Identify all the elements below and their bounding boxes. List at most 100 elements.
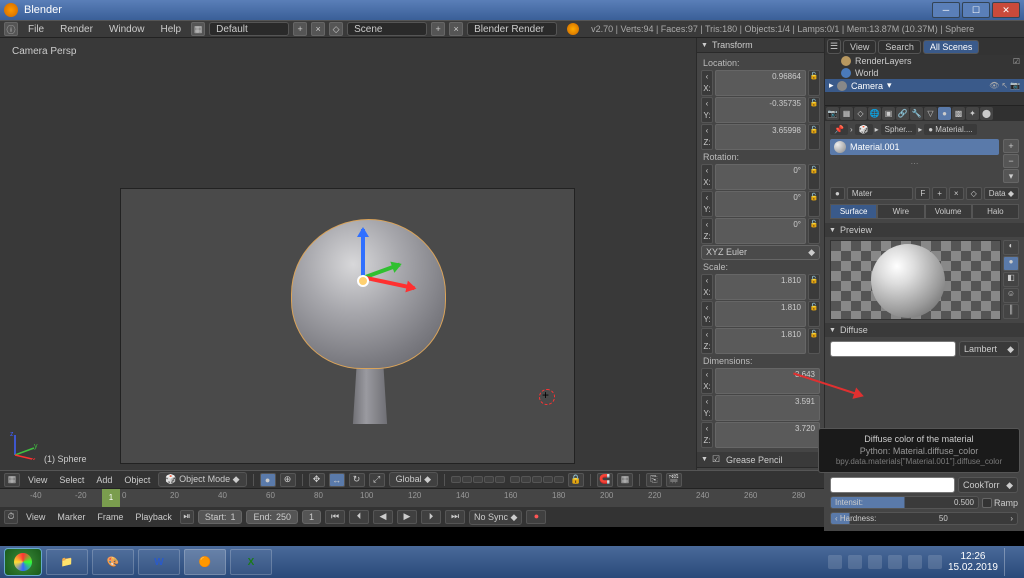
snap-type-dropdown[interactable]: ▦ bbox=[617, 473, 633, 487]
bc-material[interactable]: ● Material.... bbox=[924, 124, 976, 135]
preview-sphere-button[interactable]: ● bbox=[1003, 256, 1019, 271]
lock-icon[interactable]: 🔓 bbox=[808, 274, 820, 300]
layers-widget[interactable] bbox=[451, 476, 564, 483]
slot-menu-button[interactable]: ▾ bbox=[1003, 169, 1019, 183]
panel-grease-header[interactable]: ☑Grease Pencil bbox=[697, 452, 824, 468]
taskbar-word[interactable]: W bbox=[138, 549, 180, 575]
manipulator-toggle[interactable]: ✥ bbox=[309, 473, 325, 487]
lock-icon[interactable]: 🔓 bbox=[808, 124, 820, 150]
scene-del-button[interactable]: × bbox=[449, 22, 463, 36]
outliner-item-world[interactable]: World bbox=[825, 67, 1024, 79]
manipulator-translate[interactable]: ↔ bbox=[329, 473, 345, 487]
lock-icon[interactable]: 🔓 bbox=[808, 97, 820, 123]
outliner-filter-dropdown[interactable]: All Scenes bbox=[923, 40, 980, 54]
mode-dropdown[interactable]: 🎲 Object Mode ◆ bbox=[158, 472, 246, 487]
render-icon[interactable]: 📷 bbox=[1010, 81, 1020, 90]
bc-pin-icon[interactable]: 📌 bbox=[830, 124, 848, 135]
slot-remove-button[interactable]: − bbox=[1003, 154, 1019, 168]
menu-view[interactable]: View bbox=[24, 475, 51, 485]
intensity-slider[interactable]: Intensit:0.500 bbox=[830, 496, 979, 509]
tab-object[interactable]: ▣ bbox=[882, 107, 895, 120]
manipulator-scale[interactable]: ⤢ bbox=[369, 473, 385, 487]
preview-cube-button[interactable]: ◧ bbox=[1003, 272, 1019, 287]
tab-volume[interactable]: Volume bbox=[925, 204, 972, 219]
tl-menu-marker[interactable]: Marker bbox=[53, 512, 89, 522]
gl-render-icon[interactable]: 🎬 bbox=[666, 473, 682, 487]
tab-material[interactable]: ● bbox=[938, 107, 951, 120]
lock-icon[interactable]: 🔓 bbox=[808, 164, 820, 190]
maximize-button[interactable]: ☐ bbox=[962, 2, 990, 18]
bc-cube-icon[interactable]: 🎲 bbox=[855, 124, 873, 135]
tab-texture[interactable]: ▩ bbox=[952, 107, 965, 120]
ramp-checkbox[interactable]: Ramp bbox=[982, 498, 1018, 508]
show-desktop-button[interactable] bbox=[1004, 548, 1012, 576]
dim-y-field[interactable]: 3.591 bbox=[715, 395, 820, 421]
taskbar-paint[interactable]: 🎨 bbox=[92, 549, 134, 575]
menu-add[interactable]: Add bbox=[92, 475, 116, 485]
editor-type-icon[interactable]: ⓘ bbox=[4, 22, 18, 36]
menu-window[interactable]: Window bbox=[103, 24, 151, 35]
menu-select[interactable]: Select bbox=[55, 475, 88, 485]
eye-icon[interactable]: 👁 bbox=[989, 81, 999, 90]
menu-help[interactable]: Help bbox=[155, 24, 188, 35]
lock-icon[interactable]: 🔓 bbox=[808, 191, 820, 217]
dim-z-field[interactable]: 3.720 bbox=[715, 422, 820, 448]
scene-add-button[interactable]: + bbox=[431, 22, 445, 36]
tab-renderlayers[interactable]: ▦ bbox=[840, 107, 853, 120]
tray-flag-icon[interactable] bbox=[848, 555, 862, 569]
editor-type-3dview-icon[interactable]: ▦ bbox=[4, 473, 20, 487]
rotation-z-field[interactable]: 0° bbox=[715, 218, 806, 244]
material-slot[interactable]: Material.001 bbox=[830, 139, 999, 155]
tl-menu-playback[interactable]: Playback bbox=[131, 512, 176, 522]
cursor-icon[interactable]: ↖ bbox=[1001, 81, 1008, 90]
diffuse-color-swatch[interactable] bbox=[830, 341, 956, 357]
tab-physics[interactable]: ⬤ bbox=[980, 107, 993, 120]
lock-camera-icon[interactable]: 🔒 bbox=[568, 473, 584, 487]
specular-shader-dropdown[interactable]: CookTorr◆ bbox=[958, 477, 1018, 493]
location-y-field[interactable]: -0.35735 bbox=[715, 97, 806, 123]
taskbar-explorer[interactable]: 📁 bbox=[46, 549, 88, 575]
tray-app1-icon[interactable] bbox=[908, 555, 922, 569]
material-browse-icon[interactable]: ● bbox=[830, 187, 845, 200]
scene-field[interactable]: Scene bbox=[347, 22, 427, 36]
play-reverse-button[interactable]: ◀ bbox=[373, 510, 393, 524]
tray-sound-icon[interactable] bbox=[888, 555, 902, 569]
tab-constraints[interactable]: 🔗 bbox=[896, 107, 909, 120]
preview-hair-button[interactable]: ║ bbox=[1003, 304, 1019, 319]
taskbar-blender[interactable]: 🟠 bbox=[184, 549, 226, 575]
gizmo-z-axis[interactable] bbox=[361, 229, 365, 279]
material-unlink-button[interactable]: × bbox=[949, 187, 964, 200]
tab-wire[interactable]: Wire bbox=[877, 204, 924, 219]
scale-x-field[interactable]: 1.810 bbox=[715, 274, 806, 300]
menu-object[interactable]: Object bbox=[120, 475, 154, 485]
outliner-item-camera[interactable]: ▸Camera▾👁↖📷 bbox=[825, 79, 1024, 92]
snap-toggle-icon[interactable]: 🧲 bbox=[597, 473, 613, 487]
tray-app2-icon[interactable] bbox=[928, 555, 942, 569]
tab-modifiers[interactable]: 🔧 bbox=[910, 107, 923, 120]
diffuse-shader-dropdown[interactable]: Lambert◆ bbox=[959, 341, 1019, 357]
pivot-dropdown[interactable]: ⊕ bbox=[280, 473, 296, 487]
tray-up-icon[interactable] bbox=[828, 555, 842, 569]
preview-flat-button[interactable]: ◐ bbox=[1003, 240, 1019, 255]
jump-end-button[interactable]: ⏭ bbox=[445, 510, 465, 524]
gizmo-center[interactable] bbox=[357, 275, 369, 287]
minimize-button[interactable]: ─ bbox=[932, 2, 960, 18]
screen-layout-field[interactable]: Default bbox=[209, 22, 289, 36]
taskbar-excel[interactable]: X bbox=[230, 549, 272, 575]
tl-menu-frame[interactable]: Frame bbox=[93, 512, 127, 522]
scene-browse-icon[interactable]: ◇ bbox=[329, 22, 343, 36]
material-add-button[interactable]: + bbox=[932, 187, 947, 200]
menu-file[interactable]: File bbox=[22, 24, 50, 35]
lock-icon[interactable]: 🔓 bbox=[808, 218, 820, 244]
scale-y-field[interactable]: 1.810 bbox=[715, 301, 806, 327]
preview-monkey-button[interactable]: ☺ bbox=[1003, 288, 1019, 303]
jump-start-button[interactable]: ⏮ bbox=[325, 510, 345, 524]
hardness-slider[interactable]: ‹ Hardness:50 › bbox=[830, 512, 1018, 525]
screen-del-button[interactable]: × bbox=[311, 22, 325, 36]
tab-render[interactable]: 📷 bbox=[826, 107, 839, 120]
fake-user-button[interactable]: F bbox=[915, 187, 930, 200]
manipulator-rotate[interactable]: ↻ bbox=[349, 473, 365, 487]
menu-render[interactable]: Render bbox=[54, 24, 99, 35]
slot-add-button[interactable]: + bbox=[1003, 139, 1019, 153]
panel-diffuse-header[interactable]: Diffuse bbox=[825, 323, 1024, 337]
